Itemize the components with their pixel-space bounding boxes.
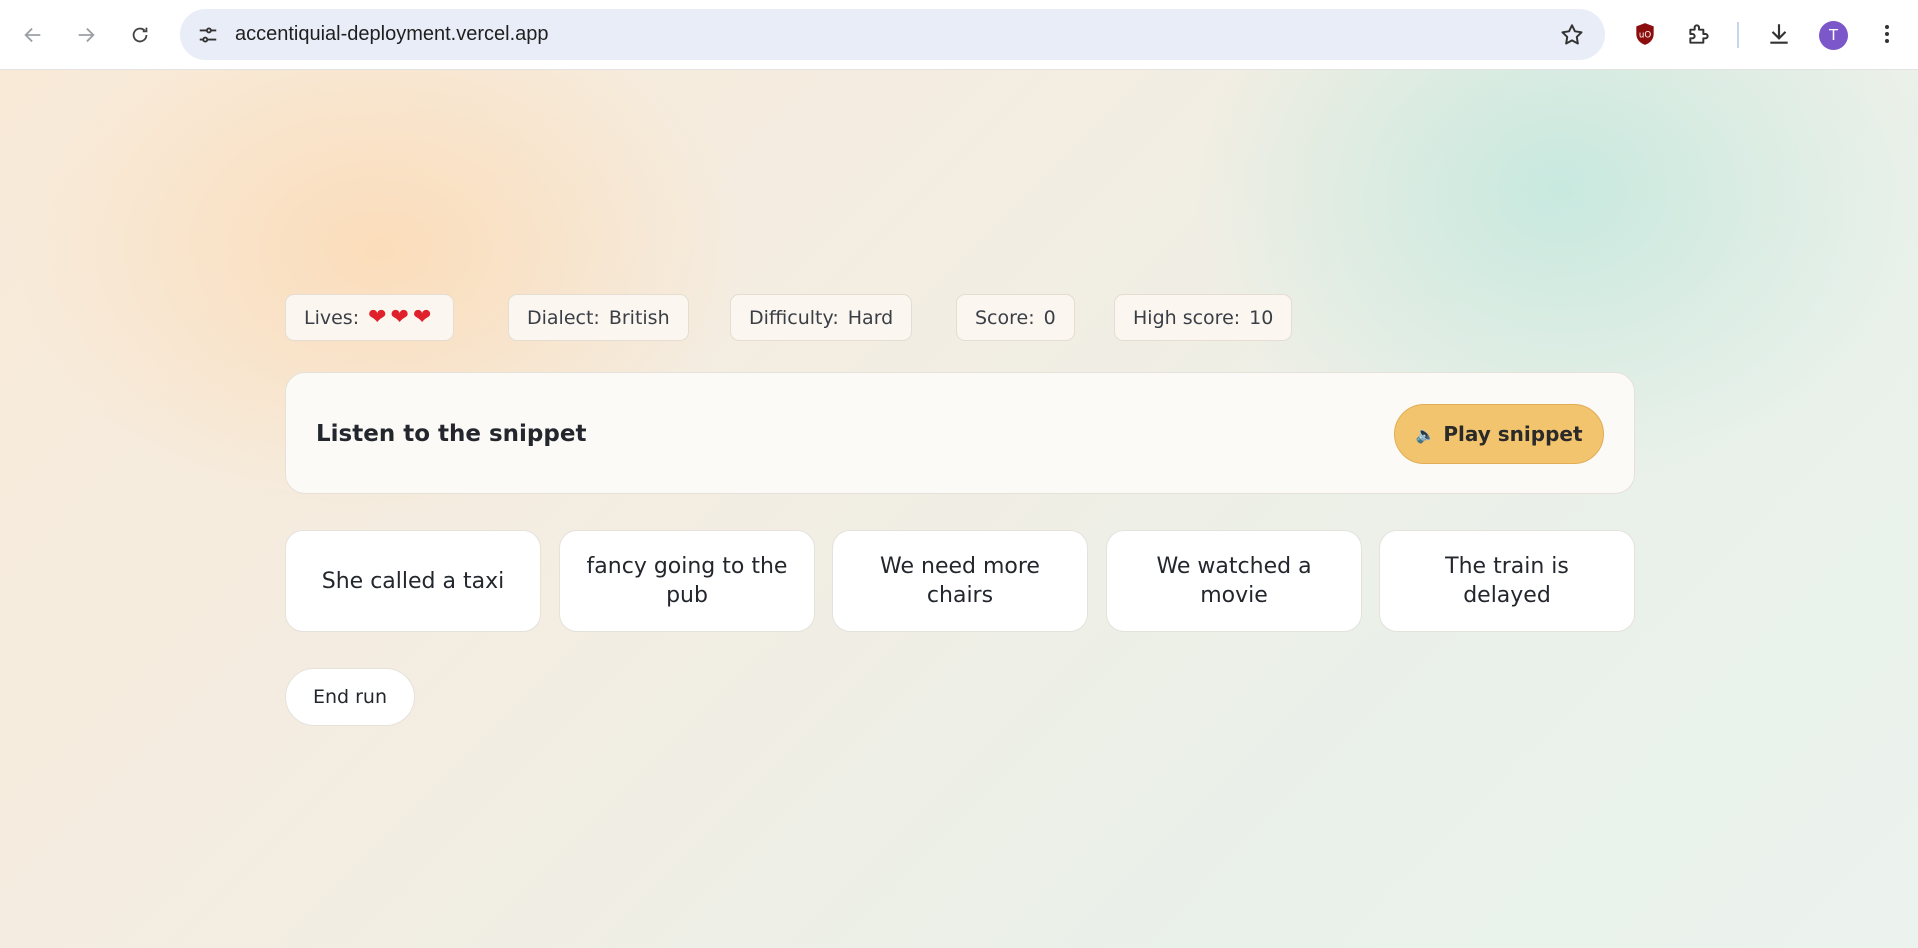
browser-toolbar: accentiquial-deployment.vercel.app uO T [0, 0, 1918, 70]
reload-icon [132, 27, 148, 43]
answer-option[interactable]: fancy going to the pub [559, 530, 815, 632]
game-page: Lives: ❤ ❤ ❤ Dialect: British Difficulty: … [0, 70, 1918, 948]
speaker-icon: 🔈 [1415, 424, 1436, 444]
site-settings-icon[interactable] [194, 21, 222, 49]
answer-option[interactable]: She called a taxi [285, 530, 541, 632]
arrow-right-icon [78, 27, 95, 43]
heart-icon: ❤ [390, 305, 409, 330]
toolbar-divider [1737, 22, 1739, 48]
answer-options: She called a taxi fancy going to the pub… [285, 530, 1635, 632]
answer-option[interactable]: We watched a movie [1106, 530, 1362, 632]
snippet-title: Listen to the snippet [316, 421, 587, 447]
ublock-extension-icon[interactable]: uO [1630, 19, 1660, 49]
downloads-icon[interactable] [1764, 19, 1794, 49]
score-stat: Score: 0 [956, 294, 1075, 341]
difficulty-value: Hard [847, 306, 894, 329]
play-snippet-button[interactable]: 🔈 Play snippet [1394, 404, 1604, 464]
end-run-button[interactable]: End run [285, 668, 415, 726]
extensions-puzzle-icon[interactable] [1684, 19, 1714, 49]
svg-text:uO: uO [1639, 30, 1651, 40]
difficulty-stat: Difficulty: Hard [730, 294, 913, 341]
heart-icon: ❤ [412, 305, 432, 330]
reload-button[interactable] [122, 17, 158, 53]
url-text[interactable]: accentiquial-deployment.vercel.app [235, 9, 549, 60]
score-label: Score: [975, 306, 1035, 329]
dialect-stat: Dialect: British [508, 294, 689, 341]
dialect-value: British [608, 306, 670, 329]
snippet-card: Listen to the snippet 🔈 Play snippet [285, 372, 1635, 494]
lives-stat: Lives: ❤ ❤ ❤ [285, 294, 455, 341]
profile-avatar[interactable]: T [1819, 21, 1848, 50]
high-score-stat: High score: 10 [1114, 294, 1293, 341]
lives-hearts: ❤ ❤ ❤ [368, 305, 435, 330]
more-menu-icon[interactable] [1872, 19, 1902, 49]
arrow-left-icon [24, 27, 41, 43]
back-button[interactable] [15, 17, 51, 53]
heart-icon: ❤ [368, 305, 387, 330]
lives-label: Lives: [304, 306, 360, 329]
score-value: 0 [1043, 306, 1056, 329]
forward-button[interactable] [68, 17, 104, 53]
address-bar[interactable]: accentiquial-deployment.vercel.app [180, 9, 1605, 60]
dialect-label: Dialect: [527, 306, 600, 329]
difficulty-label: Difficulty: [749, 306, 839, 329]
high-score-value: 10 [1249, 306, 1274, 329]
bookmark-star-icon[interactable] [1559, 22, 1585, 48]
answer-option[interactable]: We need more chairs [832, 530, 1088, 632]
answer-option[interactable]: The train is delayed [1379, 530, 1635, 632]
play-snippet-label: Play snippet [1443, 422, 1583, 446]
high-score-label: High score: [1133, 306, 1241, 329]
